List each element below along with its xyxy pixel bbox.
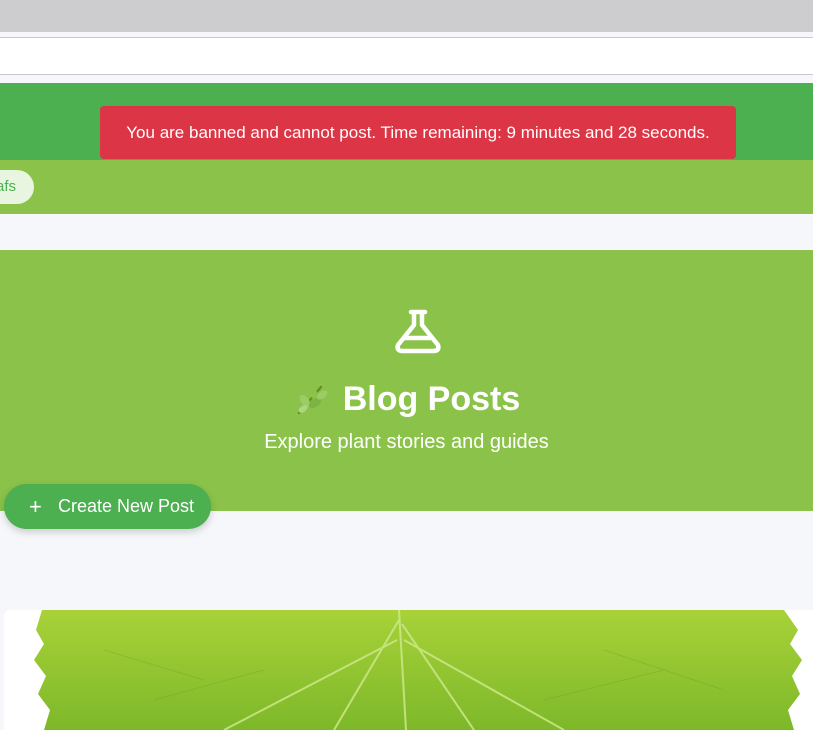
page-subtitle: Explore plant stories and guides [264, 431, 549, 453]
nav-pill[interactable]: afs [0, 170, 34, 204]
post-card[interactable] [4, 610, 813, 730]
page-title: Blog Posts [342, 380, 521, 418]
flask-icon [395, 309, 441, 354]
plus-icon: + [29, 494, 42, 519]
hero-title-row: Blog Posts [0, 376, 813, 422]
leaf-emoji [297, 385, 328, 415]
browser-tab-strip [0, 0, 813, 32]
create-new-post-button[interactable]: + Create New Post [4, 484, 211, 529]
ban-alert: You are banned and cannot post. Time rem… [100, 106, 736, 159]
nav-bar [0, 160, 813, 214]
address-bar[interactable] [0, 37, 813, 75]
green-leaf-image [4, 610, 813, 730]
create-new-post-label: Create New Post [58, 496, 195, 516]
